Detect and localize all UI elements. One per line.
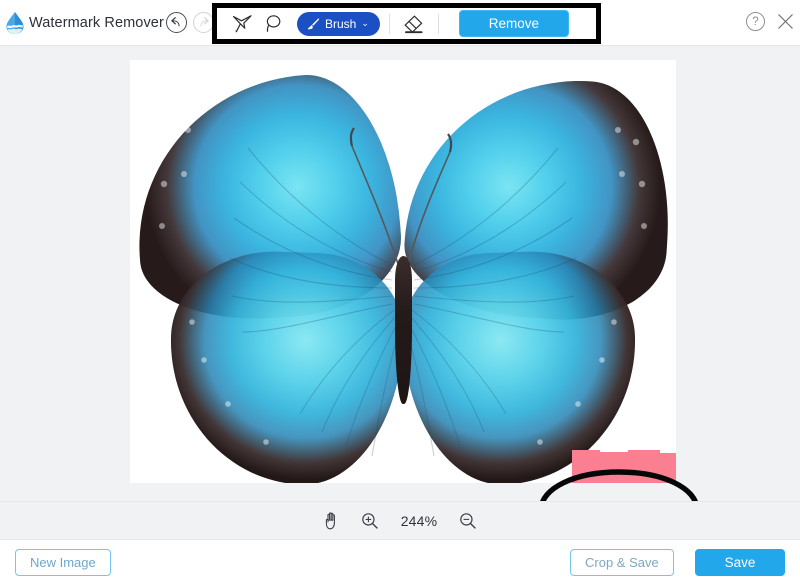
tool-group: Brush ⌄ Remove <box>217 8 596 39</box>
polygonal-lasso-tool-button[interactable] <box>227 10 257 37</box>
selection-notch <box>600 448 628 452</box>
header-actions: ? <box>746 12 794 31</box>
editor-workspace[interactable] <box>0 46 800 553</box>
tool-highlight-frame: Brush ⌄ Remove <box>212 3 601 44</box>
pan-tool-button[interactable] <box>321 510 343 532</box>
save-button[interactable]: Save <box>695 549 785 576</box>
crop-and-save-button[interactable]: Crop & Save <box>570 549 674 576</box>
butterfly-image <box>130 60 676 483</box>
polygonal-lasso-icon <box>232 15 252 33</box>
toolbar-divider-2 <box>437 13 439 34</box>
eraser-icon <box>404 14 423 33</box>
lasso-tool-button[interactable] <box>258 10 288 37</box>
zoom-level-value: 244% <box>400 512 438 529</box>
zoom-toolbar: 244% <box>0 501 800 539</box>
brush-tool-label: Brush <box>325 16 357 31</box>
remove-button[interactable]: Remove <box>458 10 569 37</box>
redo-arrow-icon <box>200 17 209 27</box>
app-footer: New Image Crop & Save Save <box>0 539 800 584</box>
lasso-icon <box>266 15 280 32</box>
toolbar-divider <box>388 13 390 34</box>
brand: Watermark Remover <box>4 11 164 35</box>
close-icon[interactable] <box>777 13 794 30</box>
zoom-in-button[interactable] <box>359 510 381 532</box>
redo-button[interactable] <box>193 12 214 33</box>
chevron-down-icon: ⌄ <box>361 18 369 28</box>
undo-button[interactable] <box>166 12 187 33</box>
app-title: Watermark Remover <box>29 15 164 31</box>
image-canvas[interactable] <box>130 60 676 483</box>
watermark-remover-window: Watermark Remover Brush ⌄ Remove ? 244% … <box>0 0 800 584</box>
zoom-out-icon <box>460 512 476 529</box>
water-drop-logo-icon <box>6 12 24 34</box>
hand-icon <box>325 512 335 530</box>
zoom-in-icon <box>362 512 378 529</box>
selection-notch-2 <box>660 448 676 453</box>
brush-selection-mask[interactable] <box>572 450 676 483</box>
new-image-button[interactable]: New Image <box>15 549 111 576</box>
zoom-out-button[interactable] <box>457 510 479 532</box>
brush-tool-button[interactable]: Brush ⌄ <box>297 11 380 36</box>
undo-arrow-icon <box>171 17 180 27</box>
app-header: Watermark Remover Brush ⌄ Remove ? <box>0 0 800 46</box>
eraser-tool-button[interactable] <box>399 10 429 37</box>
help-icon[interactable]: ? <box>746 12 765 31</box>
butterfly-body <box>395 256 412 404</box>
brush-icon <box>307 17 320 29</box>
history-controls <box>166 12 214 33</box>
